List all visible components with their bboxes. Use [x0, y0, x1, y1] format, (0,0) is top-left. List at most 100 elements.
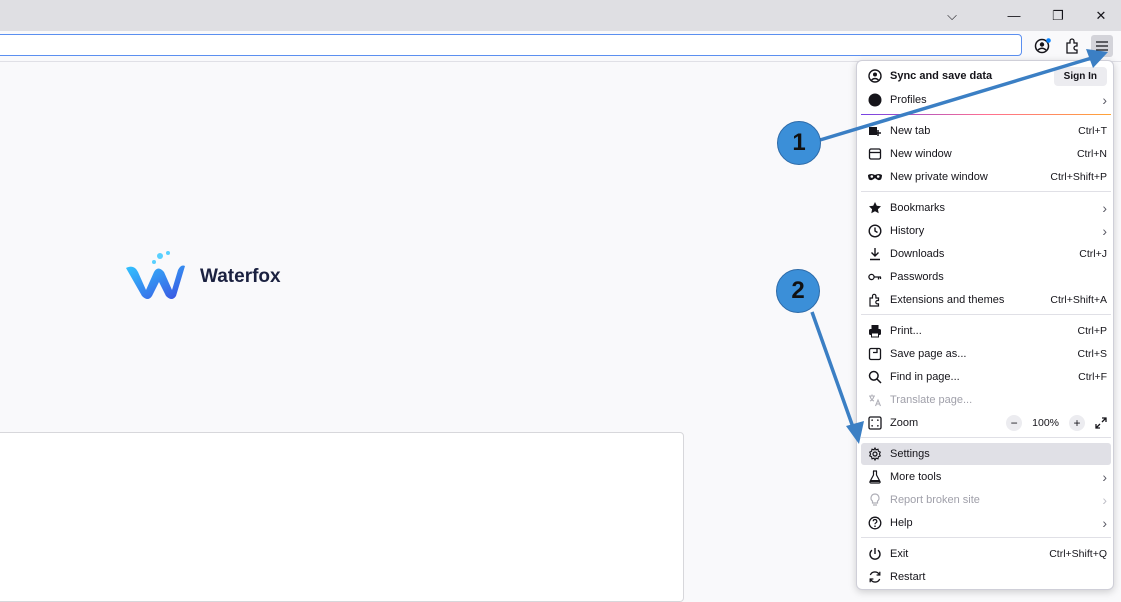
menu-item-label: Zoom [890, 417, 919, 429]
menu-item-bookmarks[interactable]: Bookmarks › [861, 197, 1111, 219]
menu-item-label: Profiles [890, 94, 927, 106]
menu-item-label: Print... [890, 325, 922, 337]
menu-item-extensions-themes[interactable]: Extensions and themes Ctrl+Shift+A [861, 289, 1111, 311]
menu-item-exit[interactable]: Exit Ctrl+Shift+Q [861, 543, 1111, 565]
account-circle-icon [867, 68, 883, 84]
new-tab-icon [867, 123, 883, 139]
menu-item-label: Exit [890, 548, 909, 560]
app-menu-hamburger-icon[interactable] [1091, 35, 1113, 57]
separator [861, 537, 1111, 538]
menu-item-find-in-page[interactable]: Find in page... Ctrl+F [861, 366, 1111, 388]
shortcut-label: Ctrl+Shift+A [1050, 294, 1107, 306]
menu-item-label: Report broken site [890, 494, 980, 506]
chevron-right-icon: › [1102, 92, 1107, 108]
help-circle-icon [867, 515, 883, 531]
zoom-in-button[interactable]: + [1069, 415, 1085, 431]
separator [861, 191, 1111, 192]
shortcut-label: Ctrl+T [1078, 125, 1107, 137]
content-card [0, 432, 684, 602]
profile-dot-icon [867, 92, 883, 108]
extensions-puzzle-icon[interactable] [1062, 35, 1084, 57]
download-icon [867, 246, 883, 262]
menu-item-label: Restart [890, 571, 926, 583]
power-icon [867, 546, 883, 562]
menu-item-new-private-window[interactable]: New private window Ctrl+Shift+P [861, 166, 1111, 188]
shortcut-label: Ctrl+Shift+P [1050, 171, 1107, 183]
menu-item-zoom: Zoom − 100% + [861, 412, 1111, 434]
menu-item-label: Save page as... [890, 348, 967, 360]
minimize-button[interactable]: — [994, 0, 1034, 31]
menu-item-label: New window [890, 148, 952, 160]
menu-item-report-broken-site: Report broken site › [861, 489, 1111, 511]
menu-item-translate-page: Translate page... [861, 389, 1111, 411]
key-icon [867, 269, 883, 285]
lightbulb-icon [867, 492, 883, 508]
zoom-out-button[interactable]: − [1006, 415, 1023, 431]
separator [861, 114, 1111, 115]
shortcut-label: Ctrl+Shift+Q [1049, 548, 1107, 560]
account-icon[interactable] [1032, 35, 1054, 57]
menu-item-label: Bookmarks [890, 202, 946, 214]
zoom-frame-icon [867, 415, 883, 431]
menu-item-settings[interactable]: Settings [861, 443, 1111, 465]
chevron-right-icon: › [1102, 515, 1107, 531]
window-icon [867, 146, 883, 162]
app-menu-panel: Sync and save data Sign In Profiles › Ne… [856, 60, 1114, 590]
step-badge-1: 1 [777, 121, 821, 165]
save-page-icon [867, 346, 883, 362]
shortcut-label: Ctrl+J [1079, 248, 1107, 260]
menu-item-label: Passwords [890, 271, 944, 283]
printer-icon [867, 323, 883, 339]
menu-item-more-tools[interactable]: More tools › [861, 466, 1111, 488]
menu-item-sync[interactable]: Sync and save data Sign In [861, 65, 1111, 87]
brand-name: Waterfox [200, 266, 281, 287]
restore-button[interactable]: ❐ [1038, 0, 1078, 31]
shortcut-label: Ctrl+S [1077, 348, 1107, 360]
title-bar: ⌵ — ❐ ✕ [0, 0, 1121, 31]
flask-icon [867, 469, 883, 485]
menu-item-label: New tab [890, 125, 931, 137]
separator [861, 437, 1111, 438]
menu-item-label: Sync and save data [890, 70, 993, 82]
menu-item-label: Downloads [890, 248, 945, 260]
waterfox-logo-icon [126, 251, 185, 299]
search-icon [867, 369, 883, 385]
fullscreen-icon[interactable] [1095, 417, 1107, 429]
clock-icon [867, 223, 883, 239]
menu-item-label: Settings [890, 448, 930, 460]
private-mask-icon [867, 169, 883, 185]
zoom-level[interactable]: 100% [1032, 417, 1059, 429]
menu-item-new-tab[interactable]: New tab Ctrl+T [861, 120, 1111, 142]
menu-item-passwords[interactable]: Passwords [861, 266, 1111, 288]
menu-item-label: Translate page... [890, 394, 973, 406]
gear-icon [867, 446, 883, 462]
chevron-right-icon: › [1102, 492, 1107, 508]
menu-item-print[interactable]: Print... Ctrl+P [861, 320, 1111, 342]
menu-item-label: New private window [890, 171, 988, 183]
close-button[interactable]: ✕ [1081, 0, 1121, 31]
menu-item-label: History [890, 225, 925, 237]
star-icon [867, 200, 883, 216]
chevron-right-icon: › [1102, 469, 1107, 485]
menu-item-restart[interactable]: Restart [861, 566, 1111, 588]
menu-item-save-page[interactable]: Save page as... Ctrl+S [861, 343, 1111, 365]
nav-toolbar [0, 31, 1121, 62]
menu-item-help[interactable]: Help › [861, 512, 1111, 534]
shortcut-label: Ctrl+P [1077, 325, 1107, 337]
shortcut-label: Ctrl+F [1078, 371, 1107, 383]
list-all-tabs-chevron-icon[interactable]: ⌵ [932, 0, 972, 31]
menu-item-history[interactable]: History › [861, 220, 1111, 242]
menu-item-profiles[interactable]: Profiles › [861, 89, 1111, 111]
menu-item-downloads[interactable]: Downloads Ctrl+J [861, 243, 1111, 265]
menu-item-label: Extensions and themes [890, 294, 1005, 306]
shortcut-label: Ctrl+N [1076, 148, 1107, 160]
menu-item-new-window[interactable]: New window Ctrl+N [861, 143, 1111, 165]
menu-item-label: Find in page... [890, 371, 960, 383]
menu-item-label: Help [890, 517, 913, 529]
chevron-right-icon: › [1102, 200, 1107, 216]
translate-icon [867, 392, 883, 408]
url-bar[interactable] [0, 34, 1022, 56]
separator [861, 314, 1111, 315]
sign-in-button[interactable]: Sign In [1053, 66, 1107, 86]
step-badge-2: 2 [776, 269, 820, 313]
